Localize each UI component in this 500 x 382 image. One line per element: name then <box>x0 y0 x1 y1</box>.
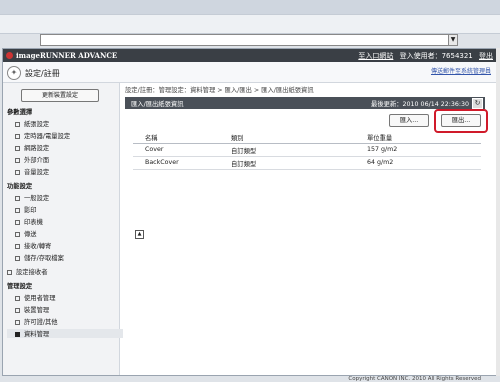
portal-link[interactable]: 至入口網站 <box>358 52 393 60</box>
paper-info-table: 名稱 類別 單位重量 Cover 自訂類型 157 g/m2 BackCover… <box>133 131 481 170</box>
sidebar-item-paper-settings[interactable]: 紙張設定 <box>15 119 49 128</box>
bullet-icon <box>15 231 20 237</box>
cell-weight: 64 g/m2 <box>367 159 394 166</box>
cell-category: 自訂類型 <box>231 161 257 168</box>
page-header: ✦ 設定/註冊 傳送郵件至系統管理員 <box>3 62 497 83</box>
sidebar-category-management: 管理設定 <box>7 283 33 290</box>
export-button[interactable]: 匯出... <box>441 114 481 127</box>
copyright: Copyright CANON INC. 2010 All Rights Res… <box>348 376 481 382</box>
sidebar-category-function-settings: 功能設定 <box>7 183 33 190</box>
bullet-icon <box>7 269 12 275</box>
update-settings-button[interactable]: 更新裝置設定 <box>21 89 99 102</box>
bullet-icon <box>15 243 20 249</box>
app-title: imageRUNNER ADVANCE <box>16 51 118 60</box>
logout-link[interactable]: 登出 <box>479 52 493 60</box>
sidebar-item-external-interface[interactable]: 外部介面 <box>15 155 49 164</box>
header-weight: 單位重量 <box>367 135 393 142</box>
bullet-icon <box>15 169 20 175</box>
bullet-icon <box>15 307 20 313</box>
bullet-icon <box>15 121 20 127</box>
panel-title: 匯入/匯出紙張資訊 <box>131 101 184 108</box>
sidebar-item-send[interactable]: 傳送 <box>15 229 37 238</box>
sidebar-item-printer[interactable]: 印表機 <box>15 217 43 226</box>
sidebar-item-timer-energy[interactable]: 定時器/電量設定 <box>15 131 70 140</box>
browser-title-band <box>0 0 500 14</box>
bullet-icon <box>15 319 20 325</box>
bullet-icon <box>15 331 20 337</box>
bullet-icon <box>15 219 20 225</box>
sidebar-item-user-management[interactable]: 使用者管理 <box>15 293 55 302</box>
table-row: Cover 自訂類型 157 g/m2 <box>133 144 481 157</box>
app-header-bar: imageRUNNER ADVANCE 至入口網站 登入使用者：7654321 … <box>3 49 497 62</box>
settings-icon: ✦ <box>7 66 21 80</box>
import-button[interactable]: 匯入... <box>389 114 429 127</box>
cell-category: 自訂類型 <box>231 148 257 155</box>
app-frame: imageRUNNER ADVANCE 至入口網站 登入使用者：7654321 … <box>2 48 498 382</box>
sidebar-item-license-other[interactable]: 許可證/其他 <box>15 317 58 326</box>
sidebar-item-device-management[interactable]: 裝置管理 <box>15 305 49 314</box>
scrollbar[interactable] <box>496 48 500 376</box>
sidebar-item-network[interactable]: 網路設定 <box>15 143 49 152</box>
table-header-row: 名稱 類別 單位重量 <box>133 131 481 144</box>
app-header-right: 至入口網站 登入使用者：7654321 登出 <box>354 51 493 61</box>
page-top-icon[interactable]: ▲ <box>135 230 144 239</box>
sidebar-item-volume[interactable]: 音量設定 <box>15 167 49 176</box>
last-updated: 最後更新：2010 06/14 22:36:30 <box>371 101 469 108</box>
table-row: BackCover 自訂類型 64 g/m2 <box>133 157 481 170</box>
bullet-icon <box>15 195 20 201</box>
bullet-icon <box>15 145 20 151</box>
sidebar-item-receive-forward[interactable]: 接收/轉寄 <box>15 241 51 250</box>
cell-weight: 157 g/m2 <box>367 146 398 153</box>
bullet-icon <box>15 255 20 261</box>
main-content: 設定/註冊：管理設定：資料管理 > 匯入/匯出 > 匯入/匯出紙張資訊 匯入/匯… <box>125 85 493 382</box>
panel-header: 匯入/匯出紙張資訊 最後更新：2010 06/14 22:36:30 ↻ <box>125 97 485 109</box>
bullet-icon <box>15 207 20 213</box>
address-bar[interactable] <box>40 34 450 46</box>
canon-logo-icon <box>6 52 13 59</box>
sidebar-item-copy[interactable]: 影印 <box>15 205 37 214</box>
bullet-icon <box>15 157 20 163</box>
refresh-icon[interactable]: ↻ <box>472 98 483 109</box>
breadcrumb: 設定/註冊：管理設定：資料管理 > 匯入/匯出 > 匯入/匯出紙張資訊 <box>125 87 314 94</box>
bullet-icon <box>15 133 20 139</box>
header-name: 名稱 <box>145 135 158 142</box>
logged-in-user: 登入使用者：7654321 <box>399 52 473 60</box>
page-title: 設定/註冊 <box>25 69 60 78</box>
address-dropdown-icon[interactable]: ▼ <box>448 34 458 46</box>
header-category: 類別 <box>231 135 244 142</box>
sidebar: 更新裝置設定 參數選擇 紙張設定 定時器/電量設定 網路設定 外部介面 音量設定… <box>3 83 123 375</box>
mail-admin-link[interactable]: 傳送郵件至系統管理員 <box>431 66 491 75</box>
cell-name: Cover <box>145 146 164 153</box>
sidebar-item-common[interactable]: 一般設定 <box>15 193 49 202</box>
sidebar-item-destination[interactable]: 設定接收者 <box>7 267 47 276</box>
cell-name: BackCover <box>145 159 179 166</box>
bullet-icon <box>15 295 20 301</box>
sidebar-category-preferences: 參數選擇 <box>7 109 33 116</box>
sidebar-item-data-management[interactable]: 資料管理 <box>7 329 123 338</box>
sidebar-item-store-access[interactable]: 儲存/存取檔案 <box>15 253 64 262</box>
browser-toolbar <box>0 14 500 34</box>
